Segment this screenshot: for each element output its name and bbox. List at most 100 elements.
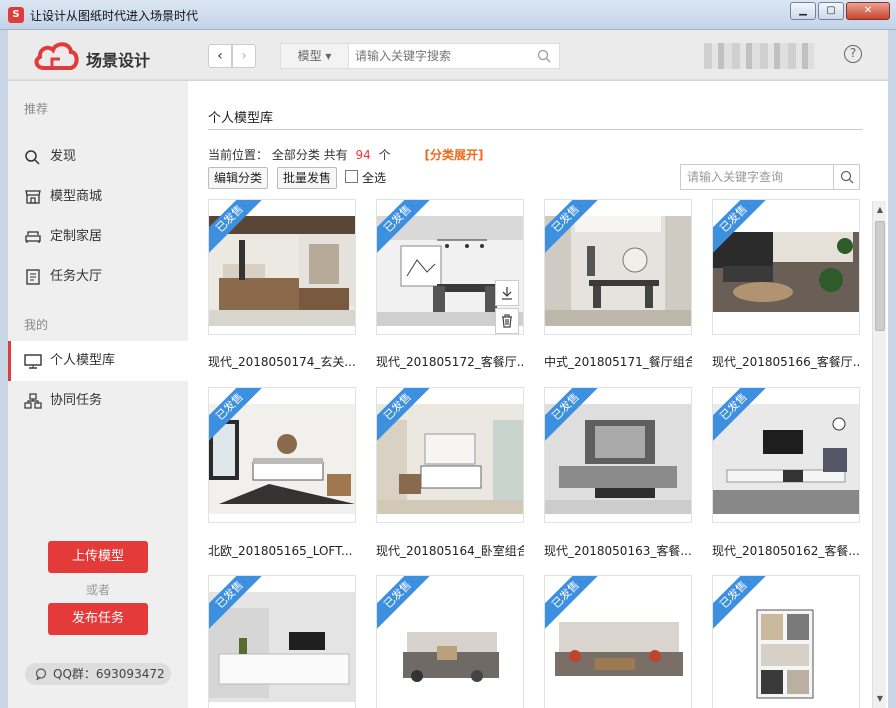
search-icon [25, 150, 40, 165]
location-path: 全部分类 共有 [271, 148, 348, 162]
model-thumbnail [209, 216, 355, 326]
edit-category-button[interactable]: 编辑分类 [208, 167, 269, 189]
logo-text: 场景设计 [86, 51, 151, 70]
task-icon [26, 269, 40, 285]
model-thumbnail [545, 216, 691, 326]
content-scrollbar[interactable]: ▲ ▼ [872, 201, 886, 708]
sofa-icon [25, 231, 41, 243]
model-card[interactable]: 已发售 [376, 575, 524, 708]
model-card[interactable]: 已发售 [376, 199, 524, 335]
qq-group-text: QQ群：693093472 [53, 667, 165, 681]
sidebar: 推荐 发现 模型商城 定制家居 任务大厅 我的 个人模型库 协同任务 上传模型 … [8, 81, 188, 708]
search-category-select[interactable]: 模型 ▾ [281, 44, 349, 68]
app-icon: S [8, 7, 24, 23]
sidebar-group-mine: 我的 [24, 318, 49, 332]
qq-group-badge[interactable]: QQ群：693093472 [25, 663, 171, 685]
model-card[interactable]: 已发售 [208, 387, 356, 523]
model-card[interactable]: 已发售 [208, 199, 356, 335]
model-thumbnail [545, 592, 691, 702]
close-button[interactable]: ✕ [846, 2, 890, 20]
delete-button[interactable] [495, 308, 519, 334]
model-name[interactable]: 现代_2018050163_客餐... [544, 542, 692, 559]
cloud-logo-icon [34, 42, 79, 70]
sidebar-item-label: 定制家居 [50, 229, 103, 244]
sidebar-group-recommend: 推荐 [24, 102, 49, 116]
help-icon[interactable]: ? [844, 45, 862, 63]
model-count: 94 [355, 148, 371, 162]
network-icon [24, 393, 42, 409]
model-thumbnail [209, 404, 355, 514]
sidebar-item-label: 协同任务 [50, 393, 103, 408]
scroll-up-arrow[interactable]: ▲ [873, 203, 887, 217]
download-icon [502, 287, 512, 300]
window-title: 让设计从图纸时代进入场景时代 [30, 9, 199, 23]
main-panel: 个人模型库 当前位置： 全部分类 共有 94 个 [分类展开] 编辑分类 批量发… [188, 81, 888, 708]
batch-publish-button[interactable]: 批量发售 [277, 167, 338, 189]
sidebar-item-label: 任务大厅 [50, 269, 103, 284]
minimize-button[interactable]: ▁ [790, 2, 816, 20]
store-icon [25, 190, 41, 204]
chat-bubble-icon [35, 668, 47, 680]
model-name[interactable]: 现代_2018050162_客餐... [712, 542, 860, 559]
model-thumbnail [713, 404, 859, 514]
model-thumbnail [377, 592, 523, 702]
card-actions [495, 280, 519, 334]
library-search: 请输入关键字查询 [680, 164, 860, 190]
upload-model-button[interactable]: 上传模型 [48, 541, 148, 573]
model-thumbnail [377, 404, 523, 514]
model-name[interactable]: 现代_2018050174_玄关... [208, 353, 356, 370]
window-titlebar: S 让设计从图纸时代进入场景时代 ▁ ▢ ✕ [0, 0, 896, 30]
model-thumbnail [545, 404, 691, 514]
select-all-label: 全选 [362, 171, 387, 185]
search-icon [840, 170, 854, 184]
global-search: 模型 ▾ [280, 43, 560, 69]
search-category-label: 模型 [297, 49, 322, 63]
model-card[interactable]: 已发售 [208, 575, 356, 708]
search-icon[interactable] [537, 49, 551, 63]
publish-task-button[interactable]: 发布任务 [48, 603, 148, 635]
model-name[interactable]: 现代_201805172_客餐厅... [376, 353, 524, 370]
model-card[interactable]: 已发售 [712, 199, 860, 335]
forward-button[interactable]: › [232, 44, 256, 68]
library-search-input[interactable]: 请输入关键字查询 [687, 165, 827, 189]
back-button[interactable]: ‹ [208, 44, 232, 68]
sidebar-item-personal-library[interactable]: 个人模型库 [8, 341, 188, 381]
select-all-checkbox[interactable] [345, 170, 358, 183]
sidebar-item-discover[interactable]: 发现 [8, 137, 188, 177]
user-account-blurred[interactable] [704, 43, 814, 69]
scroll-down-arrow[interactable]: ▼ [873, 692, 887, 706]
page-title: 个人模型库 [208, 111, 274, 126]
location-prefix: 当前位置： [208, 148, 269, 162]
model-thumbnail [209, 592, 355, 702]
sidebar-item-label: 模型商城 [50, 189, 103, 204]
search-input[interactable] [355, 44, 535, 68]
model-name[interactable]: 北欧_201805165_LOFT... [208, 542, 356, 559]
model-name[interactable]: 现代_201805166_客餐厅... [712, 353, 860, 370]
app-header: 场景设计 ‹ › 模型 ▾ ? [8, 30, 888, 80]
breadcrumb: 当前位置： 全部分类 共有 94 个 [分类展开] [208, 146, 483, 163]
model-card[interactable]: 已发售 [544, 387, 692, 523]
sidebar-item-collab-tasks[interactable]: 协同任务 [8, 381, 188, 421]
scroll-thumb[interactable] [875, 221, 885, 331]
expand-categories-link[interactable]: [分类展开] [424, 148, 483, 162]
model-name[interactable]: 现代_201805164_卧室组合 [376, 542, 524, 559]
model-thumbnail [713, 592, 859, 702]
download-button[interactable] [495, 280, 519, 306]
sidebar-item-label: 发现 [50, 149, 77, 164]
sidebar-item-custom-home[interactable]: 定制家居 [8, 217, 188, 257]
model-card[interactable]: 已发售 [712, 387, 860, 523]
trash-icon [502, 314, 512, 328]
model-card[interactable]: 已发售 [712, 575, 860, 708]
sidebar-item-label: 个人模型库 [50, 353, 116, 368]
library-search-button[interactable] [833, 165, 859, 189]
model-name[interactable]: 中式_201805171_餐厅组合 [544, 353, 692, 370]
sidebar-item-model-store[interactable]: 模型商城 [8, 177, 188, 217]
sidebar-item-task-hall[interactable]: 任务大厅 [8, 257, 188, 297]
model-card[interactable]: 已发售 [544, 199, 692, 335]
monitor-icon [24, 354, 42, 369]
count-unit: 个 [378, 148, 391, 162]
model-card[interactable]: 已发售 [376, 387, 524, 523]
window-controls: ▁ ▢ ✕ [790, 2, 890, 20]
model-card[interactable]: 已发售 [544, 575, 692, 708]
maximize-button[interactable]: ▢ [818, 2, 844, 20]
